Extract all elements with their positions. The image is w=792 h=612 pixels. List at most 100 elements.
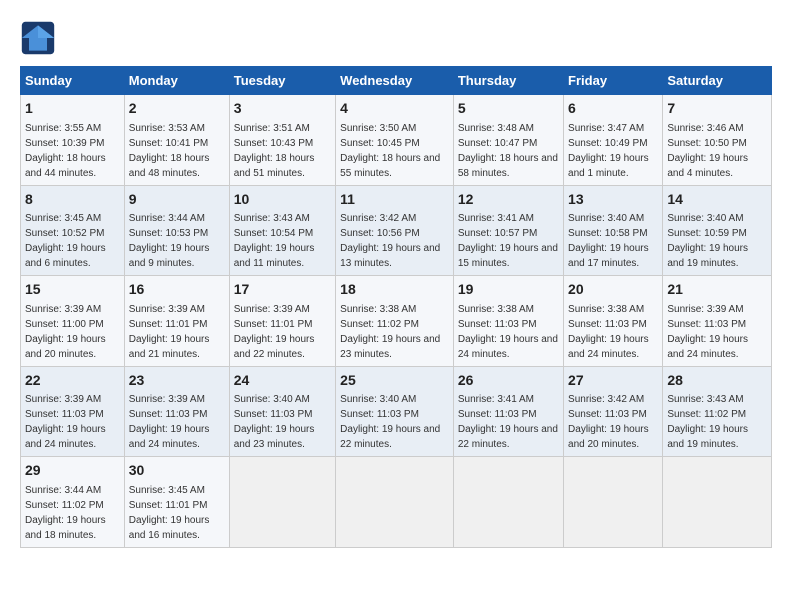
calendar-cell: 17Sunrise: 3:39 AMSunset: 11:01 PMDaylig… [229, 276, 335, 367]
calendar-cell: 21Sunrise: 3:39 AMSunset: 11:03 PMDaylig… [663, 276, 772, 367]
day-info: Sunrise: 3:42 AMSunset: 11:03 PMDaylight… [568, 392, 658, 452]
day-number: 23 [129, 371, 225, 391]
day-number: 22 [25, 371, 120, 391]
calendar-cell [336, 457, 454, 548]
calendar-cell: 22Sunrise: 3:39 AMSunset: 11:03 PMDaylig… [21, 366, 125, 457]
day-number: 29 [25, 461, 120, 481]
day-number: 16 [129, 280, 225, 300]
day-info: Sunrise: 3:41 AMSunset: 11:03 PMDaylight… [458, 392, 559, 452]
header-sunday: Sunday [21, 67, 125, 95]
calendar-cell: 9Sunrise: 3:44 AMSunset: 10:53 PMDayligh… [124, 185, 229, 276]
calendar-cell: 27Sunrise: 3:42 AMSunset: 11:03 PMDaylig… [564, 366, 663, 457]
calendar-week-row: 1Sunrise: 3:55 AMSunset: 10:39 PMDayligh… [21, 95, 772, 186]
day-number: 10 [234, 190, 331, 210]
calendar-header-row: SundayMondayTuesdayWednesdayThursdayFrid… [21, 67, 772, 95]
calendar-cell: 14Sunrise: 3:40 AMSunset: 10:59 PMDaylig… [663, 185, 772, 276]
calendar-cell: 20Sunrise: 3:38 AMSunset: 11:03 PMDaylig… [564, 276, 663, 367]
calendar-cell: 12Sunrise: 3:41 AMSunset: 10:57 PMDaylig… [453, 185, 563, 276]
header-thursday: Thursday [453, 67, 563, 95]
day-number: 27 [568, 371, 658, 391]
day-info: Sunrise: 3:38 AMSunset: 11:03 PMDaylight… [568, 302, 658, 362]
day-number: 25 [340, 371, 449, 391]
day-number: 13 [568, 190, 658, 210]
calendar-cell: 8Sunrise: 3:45 AMSunset: 10:52 PMDayligh… [21, 185, 125, 276]
day-number: 8 [25, 190, 120, 210]
calendar-week-row: 15Sunrise: 3:39 AMSunset: 11:00 PMDaylig… [21, 276, 772, 367]
header-wednesday: Wednesday [336, 67, 454, 95]
day-info: Sunrise: 3:39 AMSunset: 11:03 PMDaylight… [667, 302, 767, 362]
day-number: 24 [234, 371, 331, 391]
calendar-cell: 7Sunrise: 3:46 AMSunset: 10:50 PMDayligh… [663, 95, 772, 186]
calendar-cell [564, 457, 663, 548]
day-info: Sunrise: 3:38 AMSunset: 11:02 PMDaylight… [340, 302, 449, 362]
day-number: 20 [568, 280, 658, 300]
calendar-cell: 19Sunrise: 3:38 AMSunset: 11:03 PMDaylig… [453, 276, 563, 367]
header-tuesday: Tuesday [229, 67, 335, 95]
calendar-cell: 10Sunrise: 3:43 AMSunset: 10:54 PMDaylig… [229, 185, 335, 276]
day-info: Sunrise: 3:53 AMSunset: 10:41 PMDaylight… [129, 121, 225, 181]
calendar-cell: 1Sunrise: 3:55 AMSunset: 10:39 PMDayligh… [21, 95, 125, 186]
header-monday: Monday [124, 67, 229, 95]
day-number: 17 [234, 280, 331, 300]
calendar-cell: 23Sunrise: 3:39 AMSunset: 11:03 PMDaylig… [124, 366, 229, 457]
calendar-cell: 18Sunrise: 3:38 AMSunset: 11:02 PMDaylig… [336, 276, 454, 367]
day-info: Sunrise: 3:40 AMSunset: 10:58 PMDaylight… [568, 211, 658, 271]
day-number: 14 [667, 190, 767, 210]
calendar-cell: 15Sunrise: 3:39 AMSunset: 11:00 PMDaylig… [21, 276, 125, 367]
calendar-week-row: 29Sunrise: 3:44 AMSunset: 11:02 PMDaylig… [21, 457, 772, 548]
day-number: 21 [667, 280, 767, 300]
day-number: 5 [458, 99, 559, 119]
calendar-cell: 30Sunrise: 3:45 AMSunset: 11:01 PMDaylig… [124, 457, 229, 548]
calendar-cell: 24Sunrise: 3:40 AMSunset: 11:03 PMDaylig… [229, 366, 335, 457]
day-number: 1 [25, 99, 120, 119]
day-number: 18 [340, 280, 449, 300]
day-number: 7 [667, 99, 767, 119]
day-info: Sunrise: 3:39 AMSunset: 11:01 PMDaylight… [234, 302, 331, 362]
logo-icon [20, 20, 56, 56]
calendar-cell: 16Sunrise: 3:39 AMSunset: 11:01 PMDaylig… [124, 276, 229, 367]
header-saturday: Saturday [663, 67, 772, 95]
day-number: 9 [129, 190, 225, 210]
calendar-cell: 5Sunrise: 3:48 AMSunset: 10:47 PMDayligh… [453, 95, 563, 186]
day-info: Sunrise: 3:40 AMSunset: 10:59 PMDaylight… [667, 211, 767, 271]
calendar-table: SundayMondayTuesdayWednesdayThursdayFrid… [20, 66, 772, 548]
day-info: Sunrise: 3:48 AMSunset: 10:47 PMDaylight… [458, 121, 559, 181]
calendar-week-row: 22 Sunrise: 3:39 AMSunset: 11:03 PMDaylig… [21, 366, 772, 457]
day-number: 30 [129, 461, 225, 481]
calendar-cell [663, 457, 772, 548]
day-info: Sunrise: 3:42 AMSunset: 10:56 PMDaylight… [340, 211, 449, 271]
page-header [20, 20, 772, 56]
calendar-cell: 25Sunrise: 3:40 AMSunset: 11:03 PMDaylig… [336, 366, 454, 457]
day-info: Sunrise: 3:43 AMSunset: 11:02 PMDaylight… [667, 392, 767, 452]
day-info: Sunrise: 3:45 AMSunset: 10:52 PMDaylight… [25, 211, 120, 271]
calendar-cell: 3Sunrise: 3:51 AMSunset: 10:43 PMDayligh… [229, 95, 335, 186]
day-number: 4 [340, 99, 449, 119]
day-number: 15 [25, 280, 120, 300]
day-number: 28 [667, 371, 767, 391]
calendar-cell [229, 457, 335, 548]
calendar-cell: 13Sunrise: 3:40 AMSunset: 10:58 PMDaylig… [564, 185, 663, 276]
day-number: 2 [129, 99, 225, 119]
day-info: Sunrise: 3:43 AMSunset: 10:54 PMDaylight… [234, 211, 331, 271]
day-info: Sunrise: 3:39 AMSunset: 11:01 PMDaylight… [129, 302, 225, 362]
day-number: 26 [458, 371, 559, 391]
day-info: Sunrise: 3:50 AMSunset: 10:45 PMDaylight… [340, 121, 449, 181]
calendar-cell: 11Sunrise: 3:42 AMSunset: 10:56 PMDaylig… [336, 185, 454, 276]
header-friday: Friday [564, 67, 663, 95]
day-info: Sunrise: 3:44 AMSunset: 11:02 PMDaylight… [25, 483, 120, 543]
day-number: 12 [458, 190, 559, 210]
day-info: Sunrise: 3:39 AMSunset: 11:00 PMDaylight… [25, 302, 120, 362]
day-info: Sunrise: 3:51 AMSunset: 10:43 PMDaylight… [234, 121, 331, 181]
day-number: 19 [458, 280, 559, 300]
calendar-week-row: 8Sunrise: 3:45 AMSunset: 10:52 PMDayligh… [21, 185, 772, 276]
day-info: Sunrise: 3:46 AMSunset: 10:50 PMDaylight… [667, 121, 767, 181]
calendar-cell: 26Sunrise: 3:41 AMSunset: 11:03 PMDaylig… [453, 366, 563, 457]
day-info: Sunrise: 3:47 AMSunset: 10:49 PMDaylight… [568, 121, 658, 181]
day-info: Sunrise: 3:39 AMSunset: 11:03 PMDaylight… [129, 392, 225, 452]
calendar-cell: 6Sunrise: 3:47 AMSunset: 10:49 PMDayligh… [564, 95, 663, 186]
day-info: Sunrise: 3:45 AMSunset: 11:01 PMDaylight… [129, 483, 225, 543]
day-number: 3 [234, 99, 331, 119]
day-info: Sunrise: 3:40 AMSunset: 11:03 PMDaylight… [234, 392, 331, 452]
day-info: Sunrise: 3:44 AMSunset: 10:53 PMDaylight… [129, 211, 225, 271]
calendar-cell: 28Sunrise: 3:43 AMSunset: 11:02 PMDaylig… [663, 366, 772, 457]
